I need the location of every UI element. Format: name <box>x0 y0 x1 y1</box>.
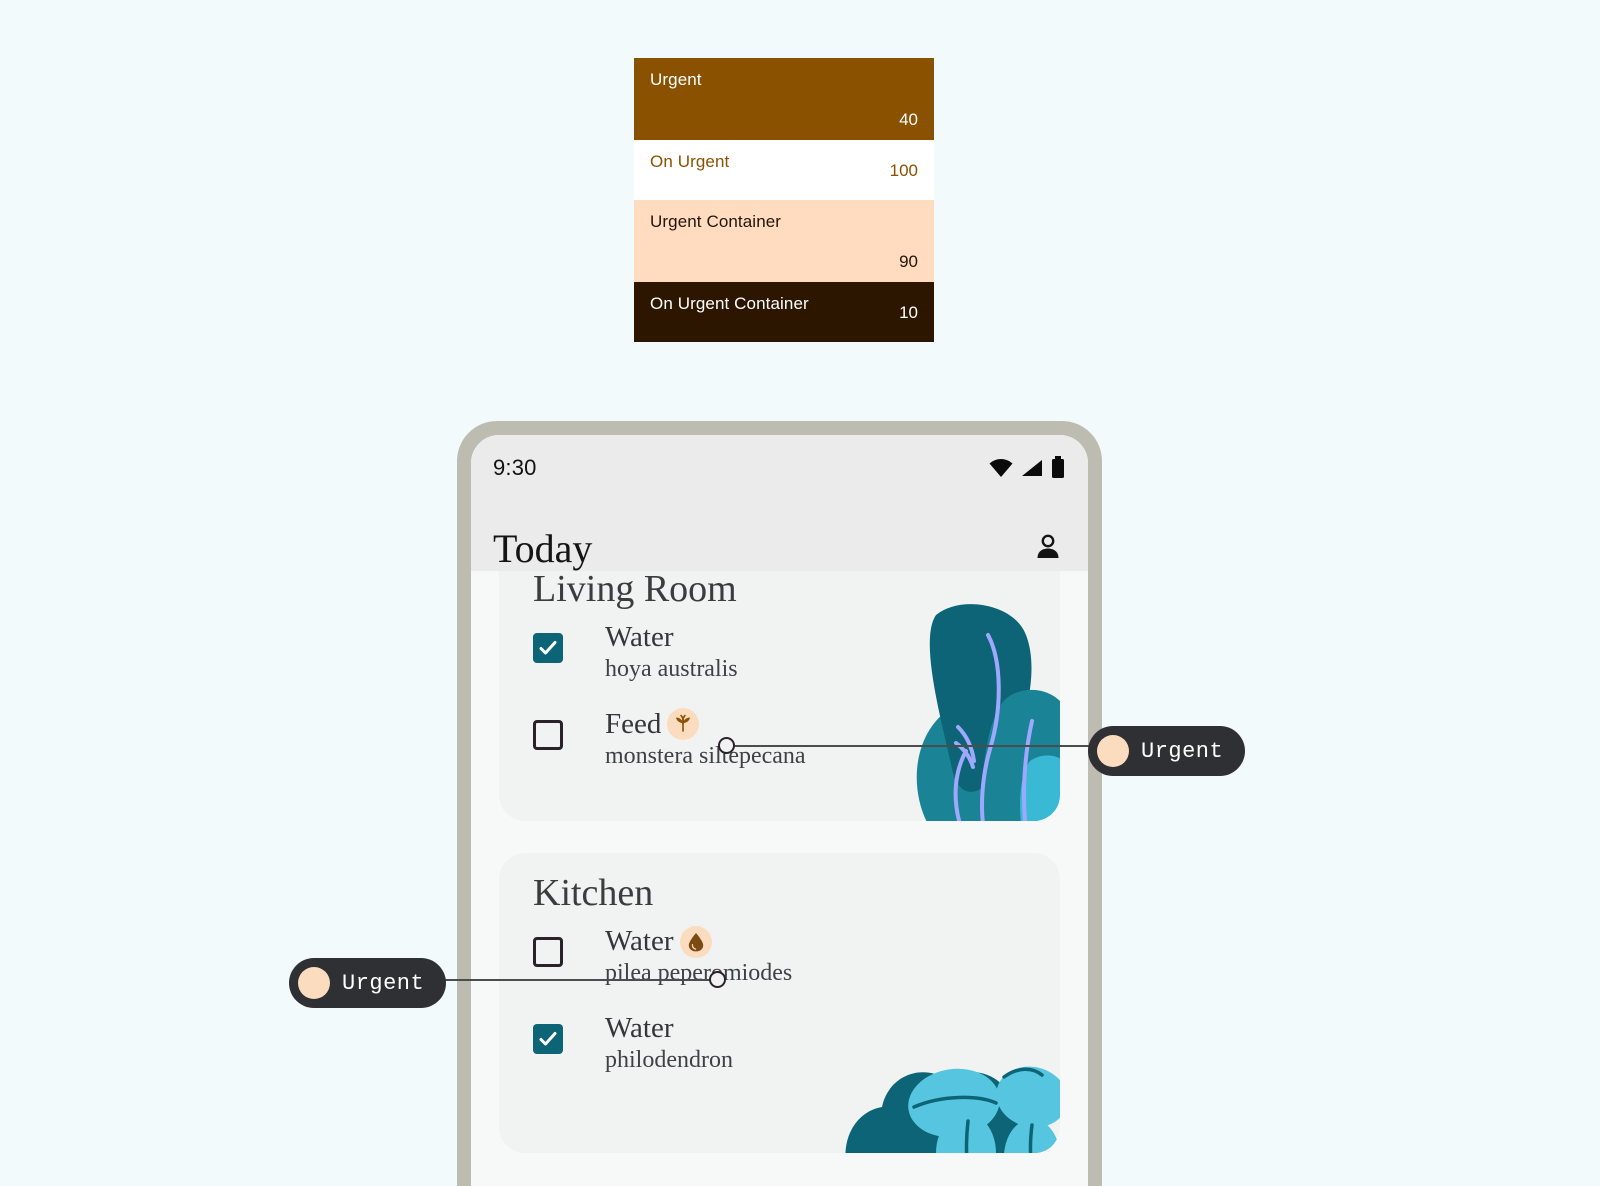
task-list-kitchen: Water pilea peperomiodes Water philodend… <box>499 925 1060 1076</box>
swatch-on-urgent-container: On Urgent Container 10 <box>634 282 934 342</box>
task-row[interactable]: Feed monstera siltepecana <box>533 708 1060 773</box>
check-icon <box>539 1031 557 1046</box>
task-text: Water hoya australis <box>605 621 738 686</box>
status-bar-icons <box>988 456 1066 480</box>
room-title: Kitchen <box>533 872 654 914</box>
checkbox-checked[interactable] <box>533 633 563 663</box>
sprout-icon[interactable] <box>667 708 700 741</box>
task-action-label: Water <box>605 1011 674 1044</box>
task-list-living-room: Water hoya australis Feed monstera silte… <box>499 621 1060 772</box>
phone-screen: 9:30 Today Living Room Water hoya austra… <box>471 435 1088 1186</box>
annotation-color-swatch <box>1097 735 1129 767</box>
battery-icon <box>1052 456 1064 478</box>
annotation-leader-line <box>430 979 713 981</box>
swatch-name: On Urgent Container <box>650 294 809 313</box>
annotation-urgent-kitchen-water: Urgent <box>289 958 447 1008</box>
page-title: Today <box>493 526 593 571</box>
swatch-urgent: Urgent 40 <box>634 58 934 140</box>
task-plant-name: pilea peperomiodes <box>605 960 793 987</box>
task-plant-name: hoya australis <box>605 656 738 683</box>
task-text: Feed monstera siltepecana <box>605 708 806 773</box>
task-action: Feed <box>605 708 806 741</box>
task-action: Water <box>605 925 792 958</box>
swatch-name: On Urgent <box>650 152 730 171</box>
annotation-anchor-dot <box>718 737 735 754</box>
room-title: Living Room <box>533 571 737 610</box>
status-bar-time: 9:30 <box>493 455 537 480</box>
checkbox-unchecked[interactable] <box>533 719 563 750</box>
cellular-signal-icon <box>1022 460 1042 476</box>
task-action: Water <box>605 1012 733 1045</box>
task-action-label: Water <box>605 621 674 653</box>
task-action-label: Water <box>605 925 674 957</box>
task-plant-name: philodendron <box>605 1046 733 1073</box>
room-card-kitchen[interactable]: Kitchen Water pilea peperomiodes Water p… <box>499 853 1060 1153</box>
annotation-label: Urgent <box>1141 738 1224 764</box>
task-row[interactable]: Water philodendron <box>533 1012 1060 1077</box>
task-action: Water <box>605 621 738 654</box>
swatch-tone-value: 100 <box>889 160 918 180</box>
swatch-tone-value: 90 <box>899 251 918 271</box>
status-bar: 9:30 <box>471 435 1088 501</box>
task-row[interactable]: Water hoya australis <box>533 621 1060 686</box>
task-list-content[interactable]: Living Room Water hoya australis Feed mo… <box>471 571 1088 1153</box>
annotation-urgent-living-feed: Urgent <box>1088 726 1246 776</box>
task-text: Water philodendron <box>605 1012 733 1077</box>
annotation-anchor-dot <box>709 971 726 988</box>
person-icon[interactable] <box>1032 531 1064 568</box>
annotation-color-swatch <box>298 967 330 999</box>
task-action-label: Feed <box>605 707 662 740</box>
color-token-swatch-stack: Urgent 40 On Urgent 100 Urgent Container… <box>634 58 934 342</box>
checkbox-checked[interactable] <box>533 1023 563 1054</box>
annotation-leader-line <box>729 745 1094 747</box>
swatch-on-urgent: On Urgent 100 <box>634 140 934 200</box>
swatch-tone-value: 10 <box>899 302 918 322</box>
phone-mockup-frame: 9:30 Today Living Room Water hoya austra… <box>457 421 1102 1186</box>
water-drop-icon[interactable] <box>679 925 712 958</box>
wifi-icon <box>989 459 1013 477</box>
swatch-urgent-container: Urgent Container 90 <box>634 200 934 282</box>
swatch-name: Urgent <box>650 70 702 89</box>
annotation-label: Urgent <box>342 970 425 996</box>
check-icon <box>539 641 557 655</box>
checkbox-unchecked[interactable] <box>533 937 563 967</box>
page-root: Urgent 40 On Urgent 100 Urgent Container… <box>0 0 1600 1186</box>
swatch-tone-value: 40 <box>899 109 918 129</box>
room-card-living-room[interactable]: Living Room Water hoya australis Feed mo… <box>499 571 1060 821</box>
swatch-name: Urgent Container <box>650 212 782 231</box>
